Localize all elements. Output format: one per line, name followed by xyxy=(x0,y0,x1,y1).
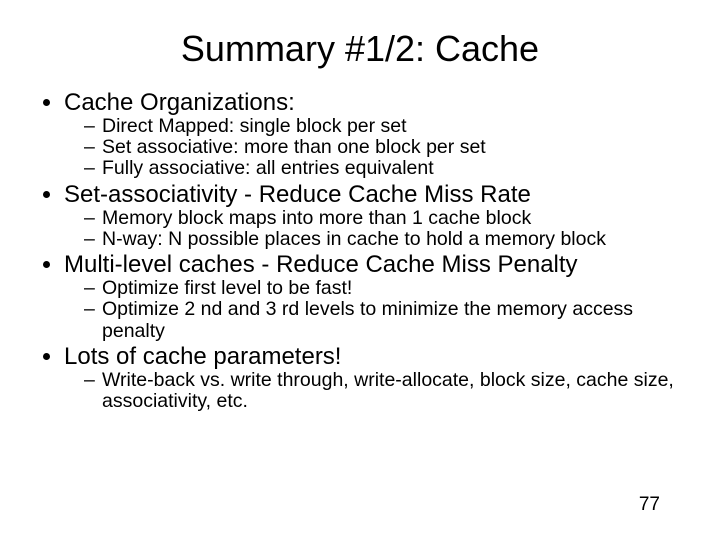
sub-item: Set associative: more than one block per… xyxy=(88,137,690,158)
bullet-item: Set-associativity - Reduce Cache Miss Ra… xyxy=(64,182,690,250)
bullet-text: Cache Organizations: xyxy=(64,89,295,116)
bullet-item: Multi-level caches - Reduce Cache Miss P… xyxy=(64,252,690,342)
bullet-item: Cache Organizations: Direct Mapped: sing… xyxy=(64,90,690,180)
slide: Summary #1/2: Cache Cache Organizations:… xyxy=(0,0,720,540)
sub-text: Write-back vs. write through, write-allo… xyxy=(102,369,674,412)
bullet-list: Cache Organizations: Direct Mapped: sing… xyxy=(30,90,690,412)
sub-text: Optimize 2 nd and 3 rd levels to minimiz… xyxy=(102,298,633,341)
sub-list: Direct Mapped: single block per set Set … xyxy=(64,116,690,179)
sub-item: Direct Mapped: single block per set xyxy=(88,116,690,137)
slide-title: Summary #1/2: Cache xyxy=(30,28,690,70)
sub-item: Write-back vs. write through, write-allo… xyxy=(88,370,690,412)
sub-text: Fully associative: all entries equivalen… xyxy=(102,157,434,179)
bullet-text: Lots of cache parameters! xyxy=(64,343,341,370)
page-number: 77 xyxy=(639,494,660,516)
sub-text: Set associative: more than one block per… xyxy=(102,136,486,158)
sub-item: Optimize first level to be fast! xyxy=(88,278,690,299)
sub-item: Fully associative: all entries equivalen… xyxy=(88,158,690,179)
sub-item: Memory block maps into more than 1 cache… xyxy=(88,208,690,229)
sub-text: Optimize first level to be fast! xyxy=(102,277,352,299)
sub-text: Direct Mapped: single block per set xyxy=(102,115,407,137)
sub-text: N-way: N possible places in cache to hol… xyxy=(102,228,606,250)
bullet-text: Multi-level caches - Reduce Cache Miss P… xyxy=(64,251,578,278)
sub-text: Memory block maps into more than 1 cache… xyxy=(102,207,531,229)
sub-item: N-way: N possible places in cache to hol… xyxy=(88,229,690,250)
sub-item: Optimize 2 nd and 3 rd levels to minimiz… xyxy=(88,299,690,341)
sub-list: Memory block maps into more than 1 cache… xyxy=(64,208,690,250)
bullet-item: Lots of cache parameters! Write-back vs.… xyxy=(64,344,690,412)
sub-list: Optimize first level to be fast! Optimiz… xyxy=(64,278,690,341)
bullet-text: Set-associativity - Reduce Cache Miss Ra… xyxy=(64,181,531,208)
sub-list: Write-back vs. write through, write-allo… xyxy=(64,370,690,412)
